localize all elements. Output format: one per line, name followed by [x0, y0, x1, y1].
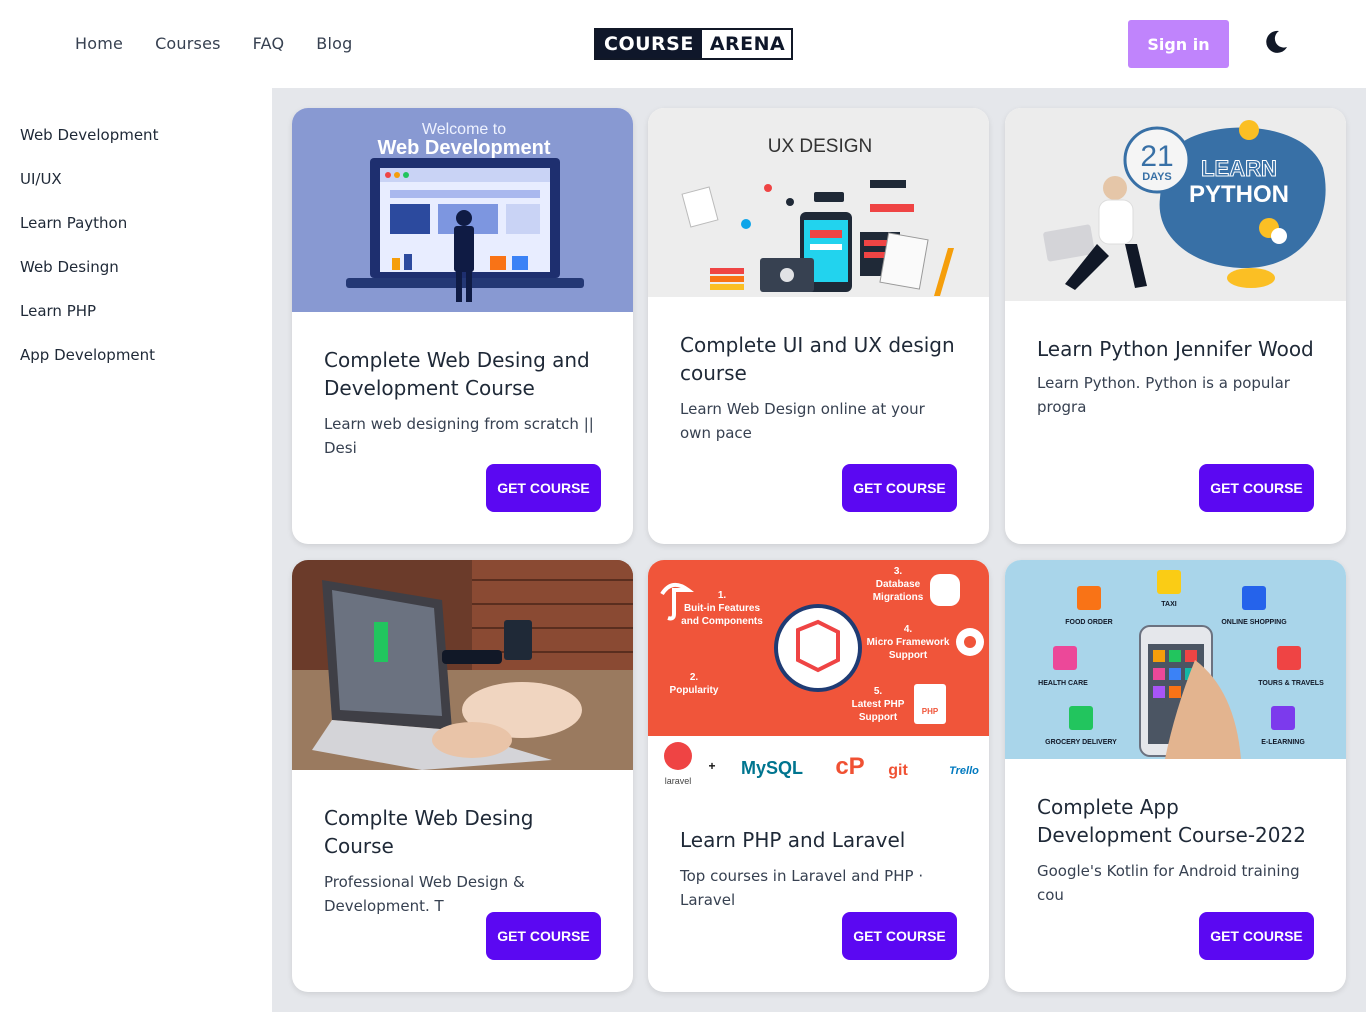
course-card: 21 DAYS LEARN PYTHON Learn Python Jennif… [1005, 108, 1346, 544]
sign-in-button[interactable]: Sign in [1128, 20, 1229, 68]
image-text: + [708, 759, 715, 773]
image-text: Trello [949, 765, 979, 777]
nav-blog[interactable]: Blog [316, 34, 352, 53]
image-text: HEALTH CARE [1038, 680, 1088, 687]
image-text: E-LEARNING [1261, 739, 1305, 746]
course-grid: Welcome to Web Development Complete Web … [272, 88, 1366, 1012]
course-title[interactable]: Complete App Development Course-2022 [1037, 793, 1314, 849]
course-description: Google's Kotlin for Android training cou [1037, 862, 1300, 904]
image-text: GROCERY DELIVERY [1045, 739, 1117, 746]
get-course-button[interactable]: GET COURSE [842, 464, 957, 512]
moon-icon[interactable] [1262, 28, 1290, 56]
image-text: LEARN [1201, 156, 1277, 181]
sidebar-item-learn-php[interactable]: Learn PHP [0, 302, 272, 346]
image-text: and Components [681, 616, 763, 627]
logo-word-course: COURSE [596, 30, 702, 58]
image-text: MySQL [741, 758, 803, 778]
course-title[interactable]: Complete Web Desing and Development Cour… [324, 346, 601, 402]
get-course-button[interactable]: GET COURSE [486, 464, 601, 512]
image-text: git [888, 762, 908, 779]
image-text: 2. [690, 672, 699, 683]
image-text: Buit-in Features [684, 603, 761, 614]
course-card: UX DESIGN Complete UI and UX design cour… [648, 108, 989, 544]
image-text: PYTHON [1189, 181, 1289, 208]
sidebar-item-app-development[interactable]: App Development [0, 346, 272, 390]
image-text: laravel [665, 776, 692, 786]
svg-text:cP: cP [835, 753, 864, 780]
image-text: 4. [904, 624, 913, 635]
nav-faq[interactable]: FAQ [253, 34, 285, 53]
image-text: UX DESIGN [768, 136, 873, 157]
logo-word-arena: ARENA [701, 30, 792, 58]
sidebar-item-ui-ux[interactable]: UI/UX [0, 170, 272, 214]
sidebar-item-web-development[interactable]: Web Development [0, 126, 272, 170]
image-text: 5. [874, 686, 883, 697]
course-description: Learn Python. Python is a popular progra [1037, 374, 1290, 416]
site-logo[interactable]: COURSE ARENA [594, 28, 794, 60]
course-title[interactable]: Complete UI and UX design course [680, 331, 957, 387]
sidebar-item-web-design[interactable]: Web Desingn [0, 258, 272, 302]
top-navbar: Home Courses FAQ Blog COURSE ARENA Sign … [0, 0, 1366, 88]
image-text: PHP [922, 707, 939, 716]
course-card: TAXI FOOD ORDER ONLINE SHOPPING HEALTH C… [1005, 560, 1346, 992]
nav-courses[interactable]: Courses [155, 34, 221, 53]
image-text: Migrations [873, 592, 924, 603]
image-text: Latest PHP [852, 699, 905, 710]
main-nav: Home Courses FAQ Blog [75, 34, 352, 53]
course-description: Professional Web Design & Development. T [324, 873, 525, 915]
get-course-button[interactable]: GET COURSE [486, 912, 601, 960]
get-course-button[interactable]: GET COURSE [1199, 464, 1314, 512]
image-text: Welcome to [422, 121, 506, 138]
course-card: Welcome to Web Development Complete Web … [292, 108, 633, 544]
course-card: Complte Web Desing Course Professional W… [292, 560, 633, 992]
course-thumbnail-php-laravel[interactable]: 1. Buit-in Features and Components 2. Po… [648, 560, 989, 792]
course-thumbnail-web-development[interactable]: Welcome to Web Development [292, 108, 633, 312]
course-description: Learn web designing from scratch || Desi [324, 415, 594, 457]
image-text: DAYS [1142, 171, 1172, 183]
image-text: Support [859, 712, 898, 723]
course-title[interactable]: Learn Python Jennifer Wood [1037, 335, 1314, 363]
course-thumbnail-ux-design[interactable]: UX DESIGN [648, 108, 989, 297]
course-title[interactable]: Complte Web Desing Course [324, 804, 601, 860]
sidebar-item-learn-python[interactable]: Learn Paython [0, 214, 272, 258]
course-description: Learn Web Design online at your own pace [680, 400, 925, 442]
nav-home[interactable]: Home [75, 34, 123, 53]
image-text: Micro Framework [867, 637, 950, 648]
get-course-button[interactable]: GET COURSE [842, 912, 957, 960]
image-text: Database [876, 579, 921, 590]
image-text: Web Development [378, 137, 551, 159]
image-text: TOURS & TRAVELS [1258, 680, 1324, 687]
image-text: Support [889, 650, 928, 661]
course-card: 1. Buit-in Features and Components 2. Po… [648, 560, 989, 992]
image-text: 21 [1140, 140, 1173, 173]
image-text: 3. [894, 566, 903, 577]
course-title[interactable]: Learn PHP and Laravel [680, 826, 957, 854]
course-thumbnail-laptop-photo[interactable] [292, 560, 633, 770]
image-text: Popularity [670, 685, 719, 696]
get-course-button[interactable]: GET COURSE [1199, 912, 1314, 960]
category-sidebar: Web Development UI/UX Learn Paython Web … [0, 88, 272, 1012]
course-description: Top courses in Laravel and PHP · Laravel [680, 867, 924, 909]
image-text: TAXI [1161, 601, 1176, 608]
image-text: ONLINE SHOPPING [1221, 619, 1287, 626]
image-text: FOOD ORDER [1065, 619, 1112, 626]
course-thumbnail-python[interactable]: 21 DAYS LEARN PYTHON [1005, 108, 1346, 301]
image-text: 1. [718, 590, 727, 601]
course-thumbnail-app-development[interactable]: TAXI FOOD ORDER ONLINE SHOPPING HEALTH C… [1005, 560, 1346, 759]
